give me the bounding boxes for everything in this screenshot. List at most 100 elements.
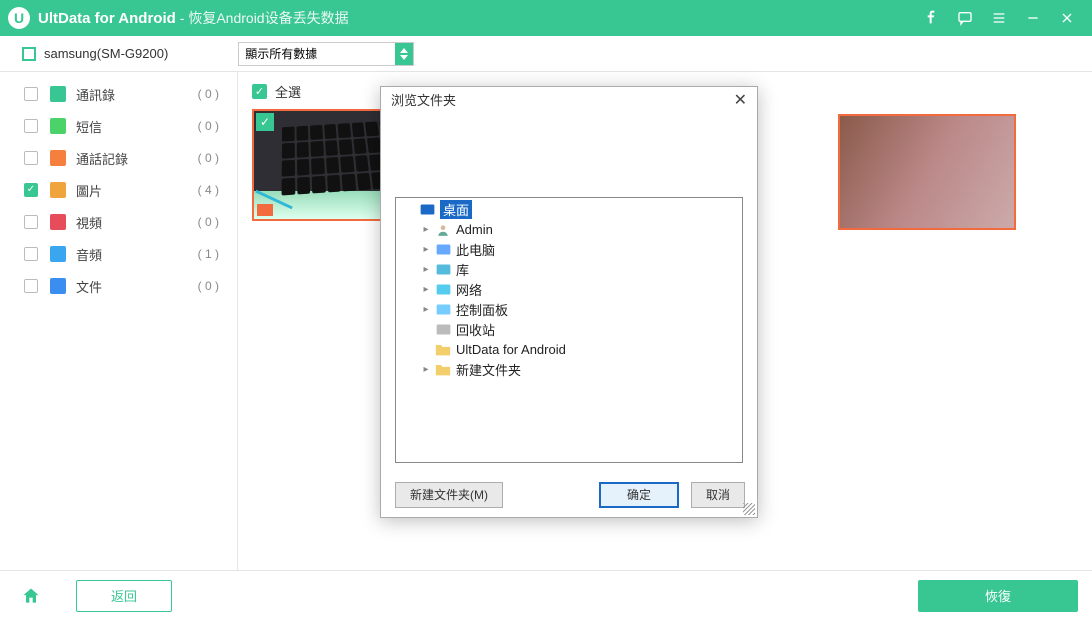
ctrl-icon	[435, 303, 451, 317]
menu-icon[interactable]	[982, 0, 1016, 36]
tree-label: 此电脑	[456, 240, 495, 259]
sidebar-checkbox[interactable]	[24, 279, 38, 293]
image-thumbnail[interactable]	[838, 114, 1016, 230]
expand-icon[interactable]: ▸	[420, 284, 432, 295]
sidebar-label: 通訊錄	[76, 85, 198, 104]
sidebar-checkbox[interactable]	[24, 183, 38, 197]
sidebar-checkbox[interactable]	[24, 247, 38, 261]
expand-icon[interactable]: ▸	[420, 224, 432, 235]
sidebar-count: ( 0 )	[198, 279, 219, 293]
user-icon	[435, 223, 451, 237]
tree-label: 控制面板	[456, 300, 508, 319]
recover-button[interactable]: 恢復	[918, 580, 1078, 612]
dialog-close-button[interactable]: ✕	[734, 90, 747, 110]
tree-label: Admin	[456, 222, 493, 237]
tree-label: 新建文件夹	[456, 360, 521, 379]
folder-icon	[435, 363, 451, 377]
image-icon	[50, 182, 66, 198]
minimize-button[interactable]	[1016, 0, 1050, 36]
device-icon	[22, 47, 36, 61]
tree-item[interactable]: ▸ 网络	[398, 280, 740, 300]
tree-item[interactable]: 回收站	[398, 320, 740, 340]
pc-icon	[435, 243, 451, 257]
sidebar-count: ( 1 )	[198, 247, 219, 261]
feedback-icon[interactable]	[948, 0, 982, 36]
lib-icon	[435, 263, 451, 277]
app-title: UltData for Android	[38, 10, 176, 27]
expand-icon[interactable]: ▸	[420, 304, 432, 315]
sidebar-item-sms[interactable]: 短信( 0 )	[0, 110, 237, 142]
close-button[interactable]	[1050, 0, 1084, 36]
sidebar-item-file[interactable]: 文件( 0 )	[0, 270, 237, 302]
device-name: samsung(SM-G9200)	[44, 46, 168, 61]
tree-item[interactable]: ▸ Admin	[398, 220, 740, 240]
sidebar-item-image[interactable]: 圖片( 4 )	[0, 174, 237, 206]
sidebar-label: 通話記錄	[76, 149, 198, 168]
sidebar-label: 音頻	[76, 245, 198, 264]
sidebar-count: ( 4 )	[198, 183, 219, 197]
calllog-icon	[50, 150, 66, 166]
sidebar-label: 文件	[76, 277, 198, 296]
title-bar: U UltData for Android - 恢复Android设备丢失数据	[0, 0, 1092, 36]
app-subtitle: - 恢复Android设备丢失数据	[180, 8, 349, 28]
resize-grip[interactable]	[743, 503, 755, 515]
tree-item[interactable]: ▸ 控制面板	[398, 300, 740, 320]
expand-icon[interactable]: ▸	[420, 264, 432, 275]
new-folder-button[interactable]: 新建文件夹(M)	[395, 482, 503, 508]
select-all-label: 全選	[275, 82, 301, 101]
select-all-checkbox[interactable]	[252, 84, 267, 99]
sidebar-item-audio[interactable]: 音頻( 1 )	[0, 238, 237, 270]
sidebar-label: 短信	[76, 117, 198, 136]
back-button[interactable]: 返回	[76, 580, 172, 612]
sidebar-checkbox[interactable]	[24, 151, 38, 165]
category-sidebar: 通訊錄( 0 )短信( 0 )通話記錄( 0 )圖片( 4 )視頻( 0 )音頻…	[0, 72, 238, 570]
tree-item[interactable]: ▸库	[398, 260, 740, 280]
facebook-icon[interactable]	[914, 0, 948, 36]
sidebar-count: ( 0 )	[198, 87, 219, 101]
desktop-icon	[419, 203, 435, 217]
file-icon	[50, 278, 66, 294]
sidebar-item-contacts[interactable]: 通訊錄( 0 )	[0, 78, 237, 110]
expand-icon[interactable]: ▸	[420, 244, 432, 255]
tree-label: 桌面	[440, 200, 472, 219]
sidebar-checkbox[interactable]	[24, 119, 38, 133]
tree-item[interactable]: ▸ 新建文件夹	[398, 360, 740, 380]
browse-folder-dialog: 浏览文件夹 ✕ 桌面▸Admin▸此电脑▸库▸网络▸控制面板回收站UltData…	[380, 86, 758, 518]
sidebar-count: ( 0 )	[198, 151, 219, 165]
sidebar-label: 圖片	[76, 181, 198, 200]
tree-item[interactable]: 桌面	[398, 200, 740, 220]
sidebar-label: 視頻	[76, 213, 198, 232]
footer: 返回 恢復	[0, 570, 1092, 620]
sms-icon	[50, 118, 66, 134]
folder-tree[interactable]: 桌面▸Admin▸此电脑▸库▸网络▸控制面板回收站UltData for And…	[395, 197, 743, 463]
home-button[interactable]	[14, 579, 48, 613]
net-icon	[435, 283, 451, 297]
thumbnail-type-icon	[257, 204, 273, 216]
sidebar-checkbox[interactable]	[24, 215, 38, 229]
folder-icon	[435, 343, 451, 357]
dialog-header: 浏览文件夹 ✕	[381, 87, 757, 113]
audio-icon	[50, 246, 66, 262]
tree-item[interactable]: UltData for Android	[398, 340, 740, 360]
thumbnail-check-icon	[256, 113, 274, 131]
dialog-title: 浏览文件夹	[391, 90, 456, 109]
data-filter-select[interactable]: 顯示所有數據	[238, 42, 414, 66]
ok-button[interactable]: 确定	[599, 482, 679, 508]
sidebar-item-video[interactable]: 視頻( 0 )	[0, 206, 237, 238]
toolbar: samsung(SM-G9200) 顯示所有數據	[0, 36, 1092, 72]
tree-label: UltData for Android	[456, 342, 566, 357]
sidebar-count: ( 0 )	[198, 119, 219, 133]
expand-icon[interactable]: ▸	[420, 364, 432, 375]
contacts-icon	[50, 86, 66, 102]
tree-label: 库	[456, 260, 469, 279]
video-icon	[50, 214, 66, 230]
tree-label: 回收站	[456, 320, 495, 339]
sidebar-item-calllog[interactable]: 通話記錄( 0 )	[0, 142, 237, 174]
app-logo: U	[8, 7, 30, 29]
sidebar-count: ( 0 )	[198, 215, 219, 229]
sidebar-checkbox[interactable]	[24, 87, 38, 101]
bin-icon	[435, 323, 451, 337]
cancel-button[interactable]: 取消	[691, 482, 745, 508]
tree-label: 网络	[456, 280, 482, 299]
tree-item[interactable]: ▸ 此电脑	[398, 240, 740, 260]
